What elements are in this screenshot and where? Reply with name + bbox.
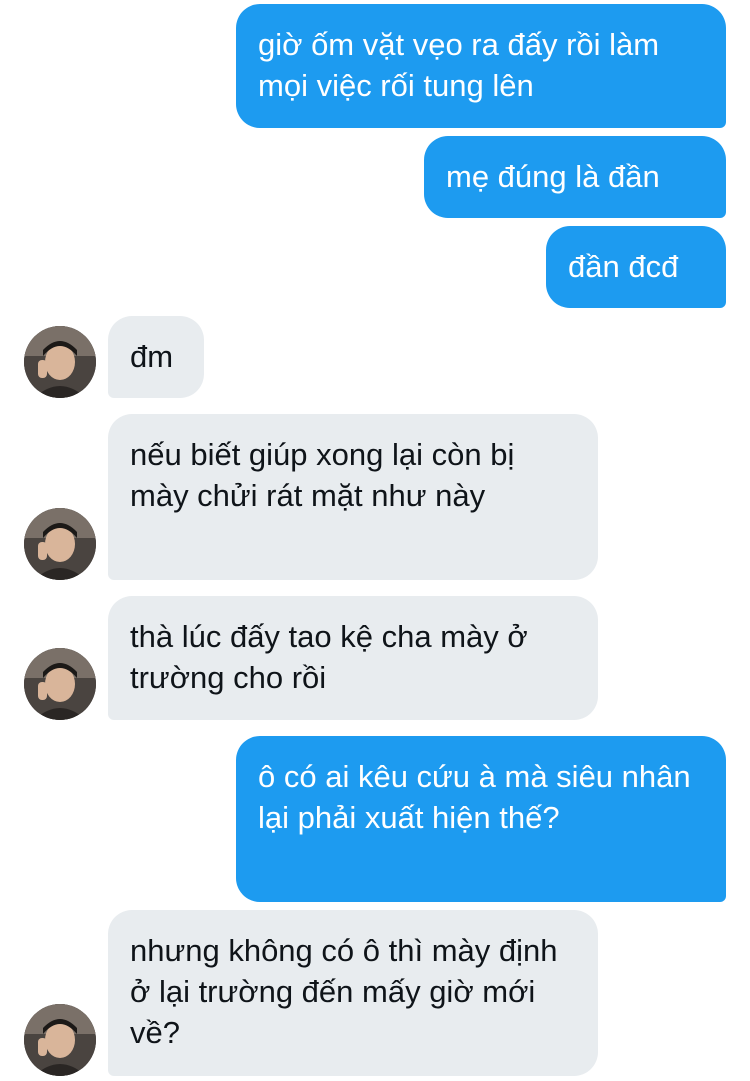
user-avatar-icon xyxy=(24,326,96,398)
message-bubble-sent[interactable]: giờ ốm vặt vẹo ra đấy rồi làm mọi việc r… xyxy=(236,4,726,128)
user-avatar-icon xyxy=(24,1004,96,1076)
message-bubble-received[interactable]: thà lúc đấy tao kệ cha mày ở trường cho … xyxy=(108,596,598,720)
message-bubble-sent[interactable]: ô có ai kêu cứu à mà siêu nhân lại phải … xyxy=(236,736,726,902)
sender-avatar[interactable] xyxy=(24,648,96,720)
message-bubble-received[interactable]: đm xyxy=(108,316,204,398)
sender-avatar[interactable] xyxy=(24,508,96,580)
user-avatar-icon xyxy=(24,508,96,580)
sender-avatar[interactable] xyxy=(24,326,96,398)
user-avatar-icon xyxy=(24,648,96,720)
message-bubble-received[interactable]: nếu biết giúp xong lại còn bị mày chửi r… xyxy=(108,414,598,580)
message-bubble-received[interactable]: nhưng không có ô thì mày định ở lại trườ… xyxy=(108,910,598,1076)
sender-avatar[interactable] xyxy=(24,1004,96,1076)
message-bubble-sent[interactable]: đần đcđ xyxy=(546,226,726,308)
message-bubble-sent[interactable]: mẹ đúng là đần xyxy=(424,136,726,218)
